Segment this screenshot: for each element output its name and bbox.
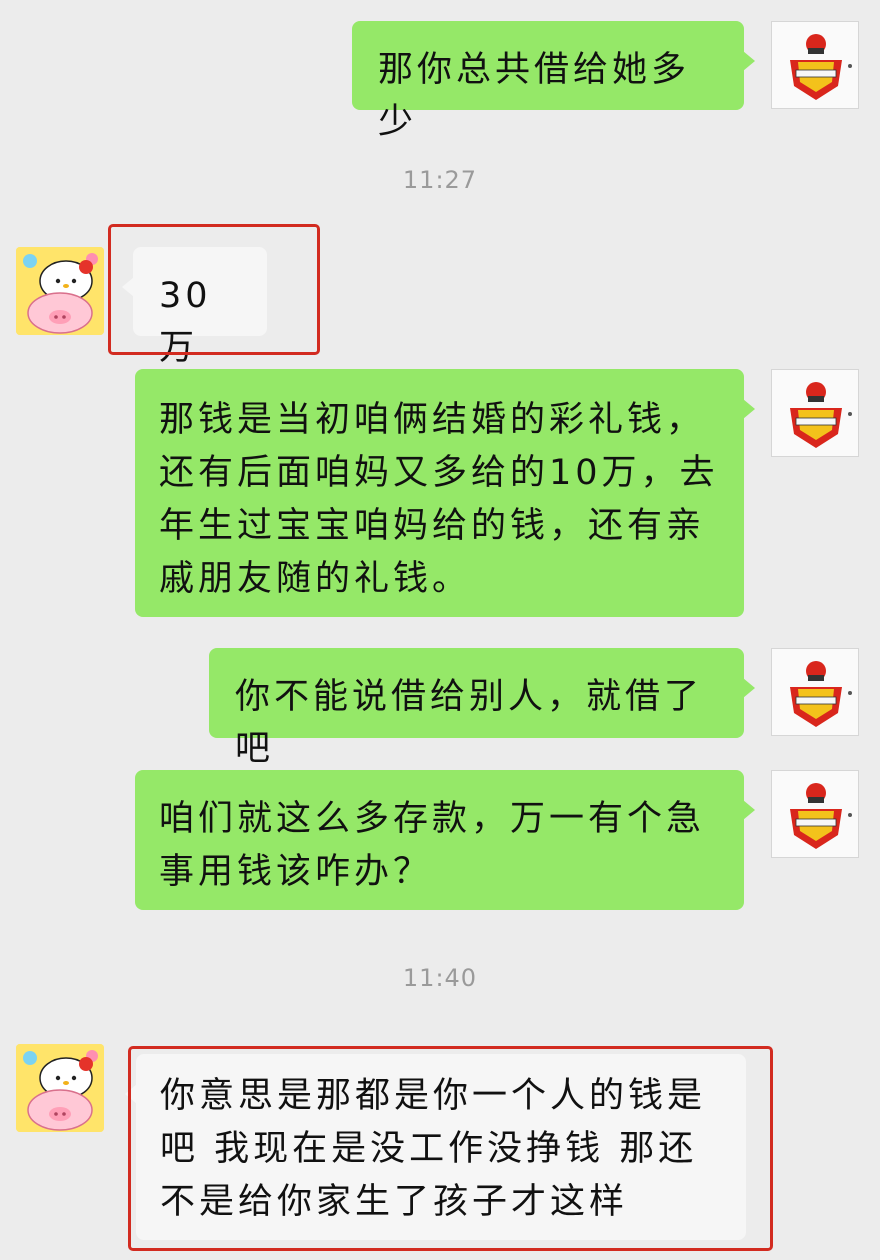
my-avatar[interactable] bbox=[771, 21, 859, 109]
contact-avatar[interactable] bbox=[16, 247, 104, 335]
message-bubble-outgoing[interactable]: 那你总共借给她多少 bbox=[352, 21, 755, 142]
my-avatar[interactable] bbox=[771, 770, 859, 858]
timestamp: 11:27 bbox=[402, 166, 478, 194]
shield-mascot-icon bbox=[790, 34, 852, 100]
contact-avatar[interactable] bbox=[16, 1044, 104, 1132]
message-text: 那你总共借给她多少 bbox=[378, 50, 691, 142]
message-text: 你不能说借给别人，就借了吧 bbox=[235, 677, 704, 769]
hello-kitty-pig-icon bbox=[16, 1044, 104, 1132]
chat-window: 那你总共借给她多少 11:27 30万 那钱是当初咱俩结婚的彩礼钱，还有后面咱妈… bbox=[0, 0, 880, 1260]
message-bubble-outgoing[interactable]: 你不能说借给别人，就借了吧 bbox=[209, 648, 755, 769]
hello-kitty-pig-icon bbox=[16, 247, 104, 335]
timestamp: 11:40 bbox=[402, 964, 478, 992]
shield-mascot-icon bbox=[790, 661, 852, 727]
highlight-box bbox=[108, 224, 320, 355]
highlight-box bbox=[128, 1046, 773, 1251]
message-text: 那钱是当初咱俩结婚的彩礼钱，还有后面咱妈又多给的10万，去年生过宝宝咱妈给的钱，… bbox=[159, 400, 719, 599]
shield-mascot-icon bbox=[790, 382, 852, 448]
shield-mascot-icon bbox=[790, 783, 852, 849]
message-text: 咱们就这么多存款，万一有个急事用钱该咋办？ bbox=[159, 799, 706, 892]
message-bubble-outgoing[interactable]: 咱们就这么多存款，万一有个急事用钱该咋办？ bbox=[135, 770, 755, 910]
my-avatar[interactable] bbox=[771, 648, 859, 736]
message-bubble-outgoing[interactable]: 那钱是当初咱俩结婚的彩礼钱，还有后面咱妈又多给的10万，去年生过宝宝咱妈给的钱，… bbox=[135, 369, 755, 617]
my-avatar[interactable] bbox=[771, 369, 859, 457]
